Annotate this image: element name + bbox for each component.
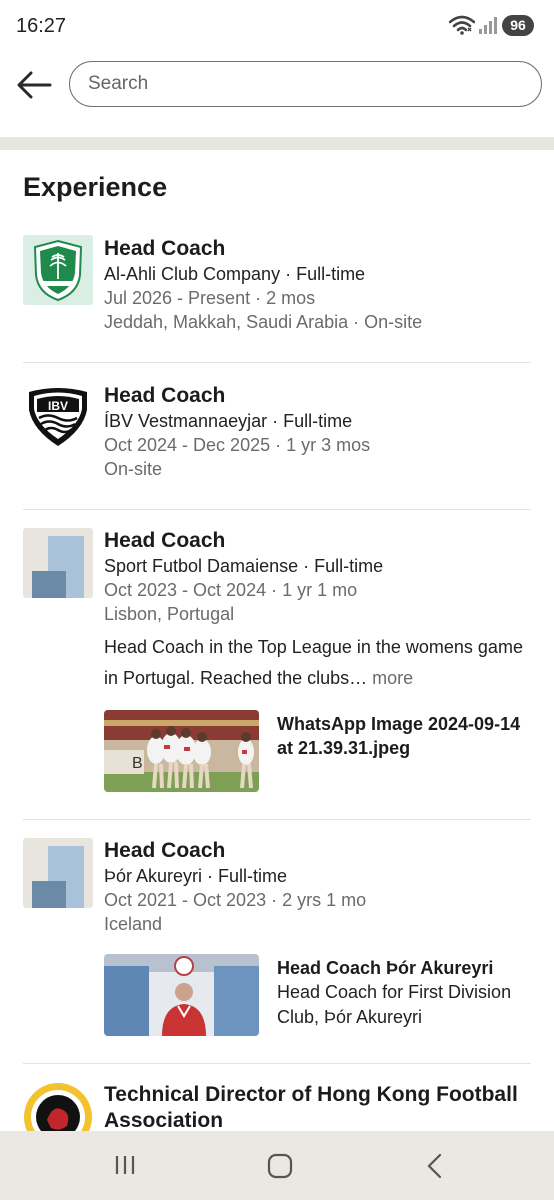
experience-item[interactable]: Head Coach Þór Akureyri · Full-time Oct …	[0, 838, 554, 1064]
experience-details: Head Coach ÍBV Vestmannaeyjar · Full-tim…	[104, 383, 544, 481]
location: Jeddah, Makkah, Saudi Arabia · On-site	[104, 312, 423, 332]
location: Iceland	[104, 914, 163, 934]
home-icon[interactable]	[267, 1153, 293, 1179]
divider	[23, 362, 531, 363]
date-range: Oct 2024 - Dec 2025 · 1 yr 3 mos	[104, 435, 371, 455]
system-nav-bar	[0, 1131, 554, 1200]
company-name: ÍBV Vestmannaeyjar · Full-time	[104, 411, 353, 431]
crest-icon	[24, 1083, 92, 1131]
date-range: Oct 2023 - Oct 2024 · 1 yr 1 mo	[104, 580, 358, 600]
media-caption: WhatsApp Image 2024-09-14 at 21.39.31.jp…	[277, 712, 537, 760]
divider	[23, 819, 531, 820]
company-name: Sport Futbol Damaiense · Full-time	[104, 556, 384, 576]
description-text: Head Coach in the Top League in the wome…	[104, 637, 523, 688]
experience-details: Technical Director of Hong Kong Football…	[104, 1082, 544, 1131]
experience-details: Head Coach Sport Futbol Damaiense · Full…	[104, 528, 544, 694]
wifi-icon	[449, 15, 475, 35]
media-subtitle: Head Coach for First Division Club, Þór …	[277, 982, 512, 1027]
divider	[23, 1063, 531, 1064]
experience-details: Head Coach Al-Ahli Club Company · Full-t…	[104, 236, 544, 334]
experience-item[interactable]: Head Coach Sport Futbol Damaiense · Full…	[0, 528, 554, 820]
location: On-site	[104, 459, 163, 479]
experience-item[interactable]: Head Coach Al-Ahli Club Company · Full-t…	[0, 234, 554, 364]
company-logo-al-ahli	[23, 235, 93, 305]
company-logo-placeholder	[23, 528, 93, 598]
job-title: Head Coach	[104, 237, 226, 260]
battery-indicator: 96	[502, 15, 534, 36]
section-title: Experience	[23, 172, 168, 202]
media-title: WhatsApp Image 2024-09-14 at 21.39.31.jp…	[277, 714, 521, 758]
company-name: Þór Akureyri · Full-time	[104, 866, 288, 886]
experience-details: Head Coach Þór Akureyri · Full-time Oct …	[104, 838, 544, 936]
recents-icon[interactable]	[113, 1153, 137, 1177]
shield-icon: IBV	[29, 388, 87, 446]
date-range: Jul 2026 - Present · 2 mos	[104, 288, 316, 308]
divider	[23, 509, 531, 510]
job-title: Head Coach	[104, 839, 226, 862]
media-attachment[interactable]: B WhatsApp Image 2024-09-14 at 21.39.31.…	[104, 710, 534, 792]
building-icon	[32, 846, 84, 908]
job-title: Head Coach	[104, 529, 226, 552]
shield-icon	[33, 239, 83, 302]
arrow-left-icon[interactable]	[16, 70, 52, 100]
media-attachment[interactable]: Head Coach Þór Akureyri Head Coach for F…	[104, 954, 534, 1036]
job-title: Technical Director of Hong Kong Football…	[104, 1083, 518, 1131]
experience-item[interactable]: IBV Head Coach ÍBV Vestmannaeyjar · Full…	[0, 381, 554, 511]
top-bar	[0, 52, 554, 138]
media-thumbnail[interactable]	[104, 954, 259, 1036]
media-thumbnail[interactable]: B	[104, 710, 259, 792]
company-name: Al-Ahli Club Company · Full-time	[104, 264, 366, 284]
svg-text:IBV: IBV	[48, 399, 68, 413]
media-title: Head Coach Þór Akureyri	[277, 958, 494, 978]
status-time: 16:27	[16, 15, 67, 37]
media-caption: Head Coach Þór Akureyri Head Coach for F…	[277, 956, 537, 1030]
see-more-link[interactable]: more	[372, 668, 413, 688]
location: Lisbon, Portugal	[104, 604, 235, 624]
job-description: Head Coach in the Top League in the wome…	[104, 632, 524, 694]
chevron-left-icon[interactable]	[425, 1153, 445, 1179]
company-logo-hkfa	[23, 1082, 93, 1131]
job-title: Head Coach	[104, 384, 226, 407]
date-range: Oct 2021 - Oct 2023 · 2 yrs 1 mo	[104, 890, 367, 910]
section-divider	[0, 137, 554, 150]
experience-item[interactable]: Technical Director of Hong Kong Football…	[0, 1080, 554, 1131]
status-bar: 16:27 96	[0, 0, 554, 52]
building-icon	[32, 536, 84, 598]
signal-icon	[479, 17, 497, 34]
company-logo-placeholder	[23, 838, 93, 908]
team-photo-image: B	[104, 710, 259, 792]
company-logo-ibv: IBV	[23, 382, 93, 452]
search-input[interactable]	[88, 62, 518, 105]
search-box[interactable]	[69, 61, 542, 107]
coach-photo-image	[104, 954, 259, 1036]
svg-text:B: B	[132, 755, 143, 772]
